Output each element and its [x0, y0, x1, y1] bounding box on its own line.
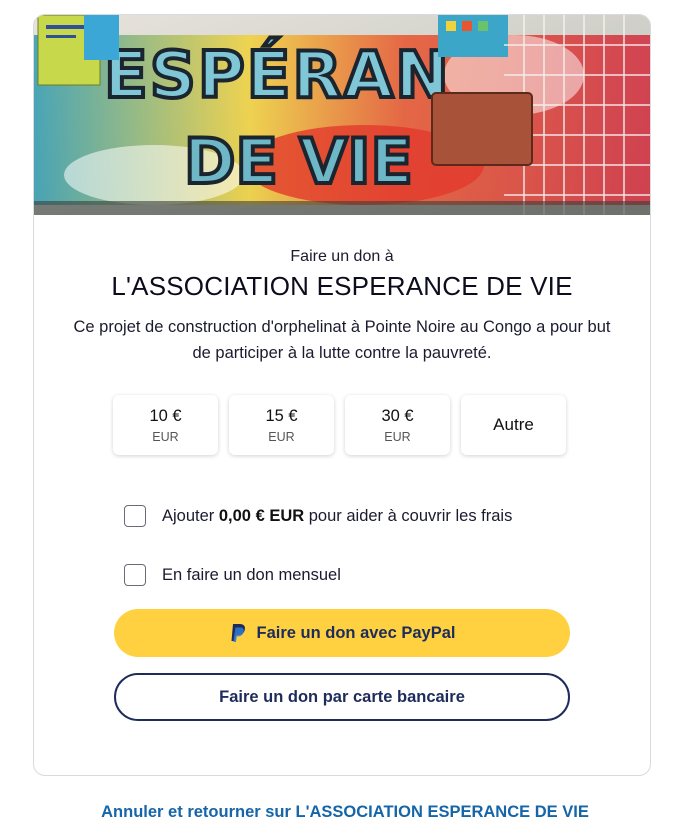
donate-to-label: Faire un don à: [290, 248, 394, 265]
monthly-donation-option[interactable]: En faire un don mensuel: [124, 564, 341, 586]
paypal-icon: [229, 623, 247, 643]
amount-currency: EUR: [152, 429, 179, 444]
amount-option-10[interactable]: 10 € EUR: [113, 395, 218, 455]
amount-value: Autre: [493, 415, 534, 434]
fees-amount: 0,00 € EUR: [218, 506, 305, 525]
amount-option-other[interactable]: Autre: [461, 395, 566, 455]
svg-text:DE VIE: DE VIE: [184, 125, 413, 198]
organization-name: L'ASSOCIATION ESPERANCE DE VIE: [111, 271, 573, 301]
amount-currency: EUR: [384, 429, 411, 444]
donation-card: ESPÉRAN DE VIE Faire un don à L'ASSOCIAT…: [33, 14, 651, 776]
card-button-label: Faire un don par carte bancaire: [219, 687, 465, 706]
monthly-checkbox[interactable]: [124, 564, 146, 586]
card-donate-button[interactable]: Faire un don par carte bancaire: [114, 673, 570, 721]
project-description: Ce projet de construction d'orphelinat à…: [73, 318, 611, 362]
amount-value: 15 €: [265, 406, 298, 425]
cover-fees-label: Ajouter 0,00 € EUR pour aider à couvrir …: [162, 506, 513, 525]
amount-option-15[interactable]: 15 € EUR: [229, 395, 334, 455]
paypal-donate-button[interactable]: Faire un don avec PayPal: [114, 609, 570, 657]
amount-value: 10 €: [149, 406, 182, 425]
amount-currency: EUR: [268, 429, 295, 444]
cover-fees-checkbox[interactable]: [124, 505, 146, 527]
cancel-return-link[interactable]: Annuler et retourner sur L'ASSOCIATION E…: [0, 803, 690, 822]
banner-image: ESPÉRAN DE VIE: [34, 15, 650, 215]
cover-fees-option[interactable]: Ajouter 0,00 € EUR pour aider à couvrir …: [124, 505, 512, 527]
svg-text:ESPÉRAN: ESPÉRAN: [104, 37, 451, 113]
monthly-label: En faire un don mensuel: [162, 565, 341, 584]
amount-value: 30 €: [381, 406, 414, 425]
amount-options: 10 € EUR 15 € EUR 30 € EUR Autre: [113, 395, 566, 455]
amount-option-30[interactable]: 30 € EUR: [345, 395, 450, 455]
graffiti-photo: ESPÉRAN DE VIE: [34, 15, 650, 215]
paypal-button-label: Faire un don avec PayPal: [256, 623, 456, 642]
